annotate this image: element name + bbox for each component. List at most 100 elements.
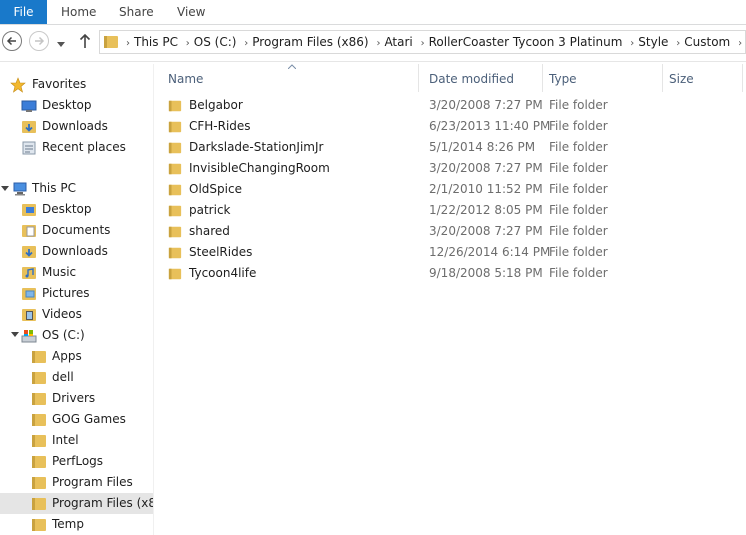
breadcrumb-item[interactable]: Program Files (x86)	[252, 31, 368, 53]
breadcrumb-separator: ›	[185, 38, 190, 49]
folder-icon	[168, 100, 182, 112]
breadcrumb-item[interactable]: Style	[638, 31, 668, 53]
breadcrumb-item[interactable]: Custom	[684, 31, 730, 53]
file-type: File folder	[549, 203, 608, 217]
nav-label: Favorites	[32, 77, 87, 91]
music-folder-icon	[22, 267, 36, 279]
nav-item-downloads[interactable]: Downloads	[0, 241, 153, 262]
nav-item-recent-places[interactable]: Recent places	[0, 137, 153, 158]
column-divider[interactable]	[662, 64, 663, 92]
file-date: 3/20/2008 7:27 PM	[429, 224, 543, 238]
breadcrumb-separator: ›	[244, 38, 249, 49]
breadcrumb-item[interactable]: Atari	[384, 31, 412, 53]
column-header-date[interactable]: Date modified	[429, 67, 514, 92]
column-divider[interactable]	[542, 64, 543, 92]
nav-item-folder-selected[interactable]: Program Files (x86	[0, 493, 153, 514]
chevron-down-icon[interactable]	[1, 186, 9, 191]
nav-label: Music	[42, 265, 77, 279]
arrow-up-icon	[79, 33, 91, 48]
nav-label: Desktop	[42, 98, 92, 112]
nav-item-folder[interactable]: Apps	[0, 346, 153, 367]
nav-this-pc[interactable]: This PC	[0, 178, 153, 199]
tab-home[interactable]: Home	[61, 0, 96, 24]
table-row[interactable]: SteelRides 12/26/2014 6:14 PM File folde…	[164, 242, 744, 263]
breadcrumb-item[interactable]: This PC	[134, 31, 178, 53]
table-row[interactable]: shared 3/20/2008 7:27 PM File folder	[164, 221, 744, 242]
nav-label: Recent places	[42, 140, 126, 154]
file-date: 12/26/2014 6:14 PM	[429, 245, 551, 259]
tab-view[interactable]: View	[177, 0, 205, 24]
file-type: File folder	[549, 224, 608, 238]
file-name: shared	[189, 224, 230, 238]
nav-item-music[interactable]: Music	[0, 262, 153, 283]
tab-file[interactable]: File	[0, 0, 47, 24]
recent-places-icon	[22, 141, 36, 155]
folder-icon	[32, 351, 46, 363]
column-divider[interactable]	[742, 64, 743, 92]
column-header-type[interactable]: Type	[549, 67, 577, 92]
table-row[interactable]: Tycoon4life 9/18/2008 5:18 PM File folde…	[164, 263, 744, 284]
file-name: InvisibleChangingRoom	[189, 161, 330, 175]
folder-icon	[168, 142, 182, 154]
table-row[interactable]: patrick 1/22/2012 8:05 PM File folder	[164, 200, 744, 221]
table-row[interactable]: Belgabor 3/20/2008 7:27 PM File folder	[164, 95, 744, 116]
table-row[interactable]: InvisibleChangingRoom 3/20/2008 7:27 PM …	[164, 158, 744, 179]
file-type: File folder	[549, 98, 608, 112]
nav-item-folder[interactable]: Program Files	[0, 472, 153, 493]
nav-item-folder[interactable]: Intel	[0, 430, 153, 451]
recent-locations-button[interactable]	[57, 37, 65, 51]
column-divider[interactable]	[418, 64, 419, 92]
nav-label: Videos	[42, 307, 82, 321]
nav-item-folder[interactable]: Drivers	[0, 388, 153, 409]
file-name: SteelRides	[189, 245, 253, 259]
nav-label: dell	[52, 370, 74, 384]
nav-item-desktop[interactable]: Desktop	[0, 199, 153, 220]
folder-icon	[168, 247, 182, 259]
table-row[interactable]: CFH-Rides 6/23/2013 11:40 PM File folder	[164, 116, 744, 137]
file-date: 6/23/2013 11:40 PM	[429, 119, 551, 133]
navigation-pane: Favorites Desktop Downloads Recent place…	[0, 64, 154, 535]
downloads-folder-icon	[22, 121, 36, 133]
nav-item-os-drive[interactable]: OS (C:)	[0, 325, 153, 346]
breadcrumb-separator: ›	[126, 38, 130, 49]
nav-label: OS (C:)	[42, 328, 85, 342]
nav-label: Program Files (x86	[52, 496, 154, 510]
desktop-icon	[21, 100, 37, 112]
breadcrumb-separator: ›	[676, 38, 681, 49]
address-bar[interactable]: › This PC › OS (C:) › Program Files (x86) ›…	[99, 30, 746, 54]
nav-item-videos[interactable]: Videos	[0, 304, 153, 325]
tab-share[interactable]: Share	[119, 0, 154, 24]
forward-button[interactable]	[29, 31, 49, 51]
folder-icon	[168, 226, 182, 238]
table-row[interactable]: OldSpice 2/1/2010 11:52 PM File folder	[164, 179, 744, 200]
arrow-left-icon	[6, 36, 16, 46]
nav-label: Program Files	[52, 475, 133, 489]
nav-favorites[interactable]: Favorites	[0, 74, 153, 95]
nav-label: Drivers	[52, 391, 96, 405]
file-type: File folder	[549, 182, 608, 196]
nav-item-desktop[interactable]: Desktop	[0, 95, 153, 116]
chevron-down-icon[interactable]	[11, 332, 19, 337]
computer-icon	[13, 182, 27, 196]
table-row[interactable]: Darkslade-StationJimJr 5/1/2014 8:26 PM …	[164, 137, 744, 158]
column-header-name[interactable]: Name	[168, 67, 203, 92]
nav-label: Apps	[52, 349, 82, 363]
up-button[interactable]	[79, 33, 91, 52]
nav-item-folder[interactable]: GOG Games	[0, 409, 153, 430]
nav-item-downloads[interactable]: Downloads	[0, 116, 153, 137]
nav-item-pictures[interactable]: Pictures	[0, 283, 153, 304]
nav-label: Temp	[52, 517, 84, 531]
documents-folder-icon	[22, 225, 36, 237]
breadcrumb-item[interactable]: RollerCoaster Tycoon 3 Platinum	[429, 31, 623, 53]
breadcrumb-item[interactable]: OS (C:)	[194, 31, 237, 53]
back-button[interactable]	[2, 31, 22, 51]
folder-icon	[32, 456, 46, 468]
nav-item-folder[interactable]: Temp	[0, 514, 153, 535]
file-type: File folder	[549, 245, 608, 259]
nav-item-folder[interactable]: PerfLogs	[0, 451, 153, 472]
column-header-size[interactable]: Size	[669, 67, 694, 92]
file-name: Darkslade-StationJimJr	[189, 140, 324, 154]
nav-item-folder[interactable]: dell	[0, 367, 153, 388]
downloads-folder-icon	[22, 246, 36, 258]
nav-item-documents[interactable]: Documents	[0, 220, 153, 241]
